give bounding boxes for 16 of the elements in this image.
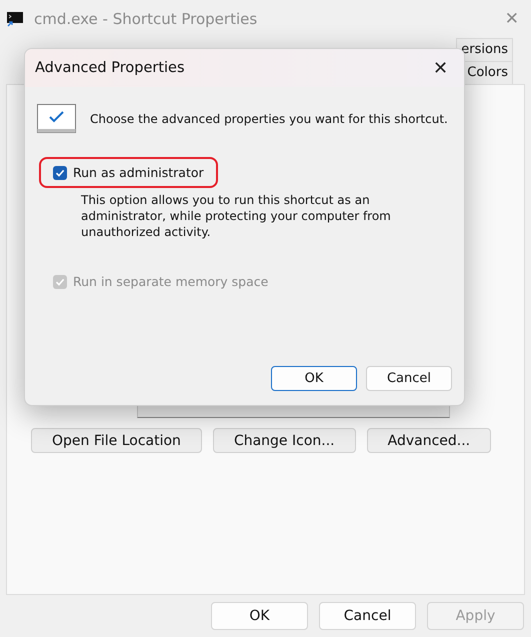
panel-button[interactable]: Open File Location [31, 428, 202, 453]
dialog-button[interactable]: Cancel [319, 602, 416, 630]
intro-text: Choose the advanced properties you want for this shortcut. [90, 112, 448, 126]
close-button[interactable]: ✕ [427, 57, 454, 79]
option-description: This option allows you to run this shortcut as an administrator, while protecting your computer from unauthorized activity. [81, 192, 392, 240]
panel-button[interactable]: Advanced... [366, 428, 492, 453]
window-title: cmd.exe - Shortcut Properties [34, 10, 258, 28]
dialog-button[interactable]: Cancel [366, 366, 452, 391]
dialog-title: Advanced Properties [35, 60, 186, 76]
panel-button[interactable]: Change Icon... [212, 428, 356, 453]
dialog-button[interactable]: OK [271, 366, 357, 391]
tab[interactable]: ersions [456, 38, 513, 61]
tab[interactable]: Colors [462, 61, 513, 84]
checkbox-label: Run as administrator [73, 165, 204, 180]
dialog-button[interactable]: OK [211, 602, 308, 630]
checkbox-label: Run in separate memory space [73, 274, 268, 289]
